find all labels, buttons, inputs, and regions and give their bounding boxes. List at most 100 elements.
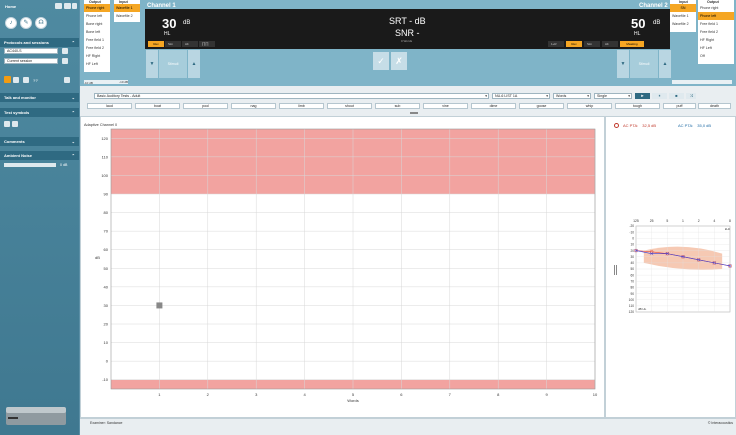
- ch2-output-item[interactable]: Phone right: [698, 4, 734, 12]
- ch2-mode-button[interactable]: Alt: [602, 41, 618, 47]
- test-list-select[interactable]: Basic Auditory Tests - Adult ▾: [94, 93, 489, 99]
- symbol-icon[interactable]: [12, 121, 18, 127]
- save-icon[interactable]: [72, 3, 77, 9]
- ch1-output-item[interactable]: HF Left: [84, 60, 110, 68]
- mini-y-tick-label: 120: [629, 310, 635, 314]
- ch1-input-item[interactable]: Wavefile 2: [114, 12, 140, 20]
- word-button[interactable]: goose: [519, 103, 564, 109]
- word-button[interactable]: sub: [375, 103, 420, 109]
- ch2-mode-button[interactable]: Sim: [584, 41, 600, 47]
- pause-button[interactable]: ⏸: [652, 93, 667, 99]
- ch2-level-up-button[interactable]: ▲: [659, 50, 671, 78]
- ch2-output-item[interactable]: Off: [698, 52, 734, 60]
- session-settings-icon[interactable]: [62, 58, 68, 64]
- correct-button[interactable]: ✓: [373, 52, 389, 70]
- talk-monitor-section-header[interactable]: Talk and monitor ⌄: [0, 93, 79, 102]
- word-controls: Basic Auditory Tests - Adult ▾ NU-6 LIST …: [80, 86, 736, 116]
- symbol-icon[interactable]: [4, 121, 10, 127]
- ch2-level-value: 50: [631, 16, 646, 31]
- ch2-output-item[interactable]: Free field 2: [698, 28, 734, 36]
- ch2-output-item[interactable]: HF Right: [698, 36, 734, 44]
- test-symbols-section-header[interactable]: Test symbols ⌃: [0, 108, 79, 117]
- comments-section-header[interactable]: Comments ⌄: [0, 137, 79, 146]
- incorrect-button[interactable]: ✗: [391, 52, 407, 70]
- ch1-level-down-button[interactable]: ▼: [146, 50, 158, 78]
- session-select[interactable]: Current session: [4, 58, 58, 64]
- word-button[interactable]: pool: [183, 103, 228, 109]
- word-button[interactable]: dime: [471, 103, 516, 109]
- ambient-section-header[interactable]: Ambient Noise ⌃: [0, 151, 79, 160]
- protocol-select[interactable]: AC440-S: [4, 48, 58, 54]
- chart-y-tick-label: -10: [102, 377, 109, 382]
- word-button[interactable]: limb: [279, 103, 324, 109]
- ch1-mode-button[interactable]: Sim: [165, 41, 181, 47]
- ch1-output-item[interactable]: Phone right: [84, 4, 110, 12]
- resize-handle[interactable]: [614, 265, 617, 275]
- shuffle-icon[interactable]: ⤨: [686, 93, 696, 99]
- ch1-mode-label: Alt: [185, 42, 189, 46]
- ch2-input-item[interactable]: Wavefile 2: [670, 20, 696, 28]
- chevron-down-icon[interactable]: ⌄: [72, 93, 75, 102]
- ch1-mode-button[interactable]: Rev: [148, 41, 164, 47]
- ch2-masking-button[interactable]: Masking: [620, 41, 644, 47]
- ch1-output-item[interactable]: Bone left: [84, 28, 110, 36]
- word-button[interactable]: nag: [231, 103, 276, 109]
- protocol-settings-icon[interactable]: [62, 48, 68, 54]
- word-button[interactable]: vine: [423, 103, 468, 109]
- flag-icon[interactable]: [55, 3, 62, 9]
- ch2-output-item[interactable]: Free field 1: [698, 20, 734, 28]
- stop-button[interactable]: ■: [669, 93, 684, 99]
- speaker-icon[interactable]: [23, 77, 29, 83]
- chevron-down-icon[interactable]: ⌄: [72, 137, 75, 146]
- ch1-stimulus-button[interactable]: Stimuli: [159, 50, 187, 78]
- word-list-select[interactable]: NU-6 LIST 1A ▾: [492, 93, 550, 99]
- ch2-mode-button[interactable]: 1+R: [548, 41, 564, 47]
- word-button[interactable]: boat: [135, 103, 180, 109]
- ch1-output-item[interactable]: Free field 2: [84, 44, 110, 52]
- ch1-output-item[interactable]: Phone left: [84, 12, 110, 20]
- ch2-level-unit: dB: [653, 20, 661, 26]
- collapse-handle[interactable]: [410, 112, 418, 114]
- word-button[interactable]: death: [698, 103, 731, 109]
- ch1-level-up-button[interactable]: ▲: [188, 50, 200, 78]
- score-mode-select[interactable]: Words ▾: [553, 93, 591, 99]
- ch2-level-down-button[interactable]: ▼: [617, 50, 629, 78]
- ch2-stimulus-button[interactable]: Stimuli: [630, 50, 658, 78]
- tools-icon[interactable]: ✎: [20, 17, 32, 29]
- ch1-output-item[interactable]: Bone right: [84, 20, 110, 28]
- ch1-output-item[interactable]: HF Right: [84, 52, 110, 60]
- ambient-value: 0 dB: [60, 163, 68, 167]
- record-icon[interactable]: [4, 76, 11, 83]
- ch2-output-item[interactable]: Phone left: [698, 12, 734, 20]
- word-button[interactable]: whip: [567, 103, 612, 109]
- mini-audiogram[interactable]: -20 -10 0 10 20 30 40 50 60 70 80 90 100 110 120 125 25 5…: [620, 212, 734, 316]
- mic-icon[interactable]: [64, 77, 70, 83]
- wave-icon: ∏∏: [202, 41, 209, 46]
- chevron-up-icon[interactable]: ⌃: [72, 108, 75, 117]
- ch2-output-item[interactable]: HF Left: [698, 44, 734, 52]
- sound-icon[interactable]: [13, 77, 19, 83]
- ch1-mode-button[interactable]: Alt: [182, 41, 198, 47]
- ch2-input-item[interactable]: SN: [670, 4, 696, 12]
- score-mode-value: Words: [556, 94, 567, 98]
- ch1-output-item[interactable]: Free field 1: [84, 36, 110, 44]
- word-button[interactable]: tough: [615, 103, 660, 109]
- play-button[interactable]: ►: [635, 93, 650, 99]
- print-icon[interactable]: [64, 3, 71, 9]
- protocols-section-header[interactable]: Protocols and sessions ⌃: [0, 38, 79, 47]
- presentation-select[interactable]: Single ▾: [594, 93, 632, 99]
- word-button[interactable]: shout: [327, 103, 372, 109]
- chevron-up-icon[interactable]: ⌃: [72, 151, 75, 160]
- chart-x-tick-label: 6: [400, 392, 403, 397]
- ch1-wave-button[interactable]: ∏∏: [199, 41, 215, 47]
- ch2-input-item[interactable]: Wavefile 1: [670, 12, 696, 20]
- ch1-input-item[interactable]: Wavefile 1: [114, 4, 140, 12]
- ch2-level-type: HL: [634, 31, 641, 37]
- chevron-up-icon[interactable]: ⌃: [72, 38, 75, 47]
- adaptive-chart[interactable]: 1201101009080706050403020100-101 2 3 4 5 6 7 8 9…: [81, 117, 604, 417]
- word-button[interactable]: laud: [87, 103, 132, 109]
- word-button[interactable]: puff: [663, 103, 696, 109]
- headphones-icon[interactable]: ♪: [5, 17, 17, 29]
- speech-icon[interactable]: ☊: [35, 17, 47, 29]
- ch2-mode-button[interactable]: Rev: [566, 41, 582, 47]
